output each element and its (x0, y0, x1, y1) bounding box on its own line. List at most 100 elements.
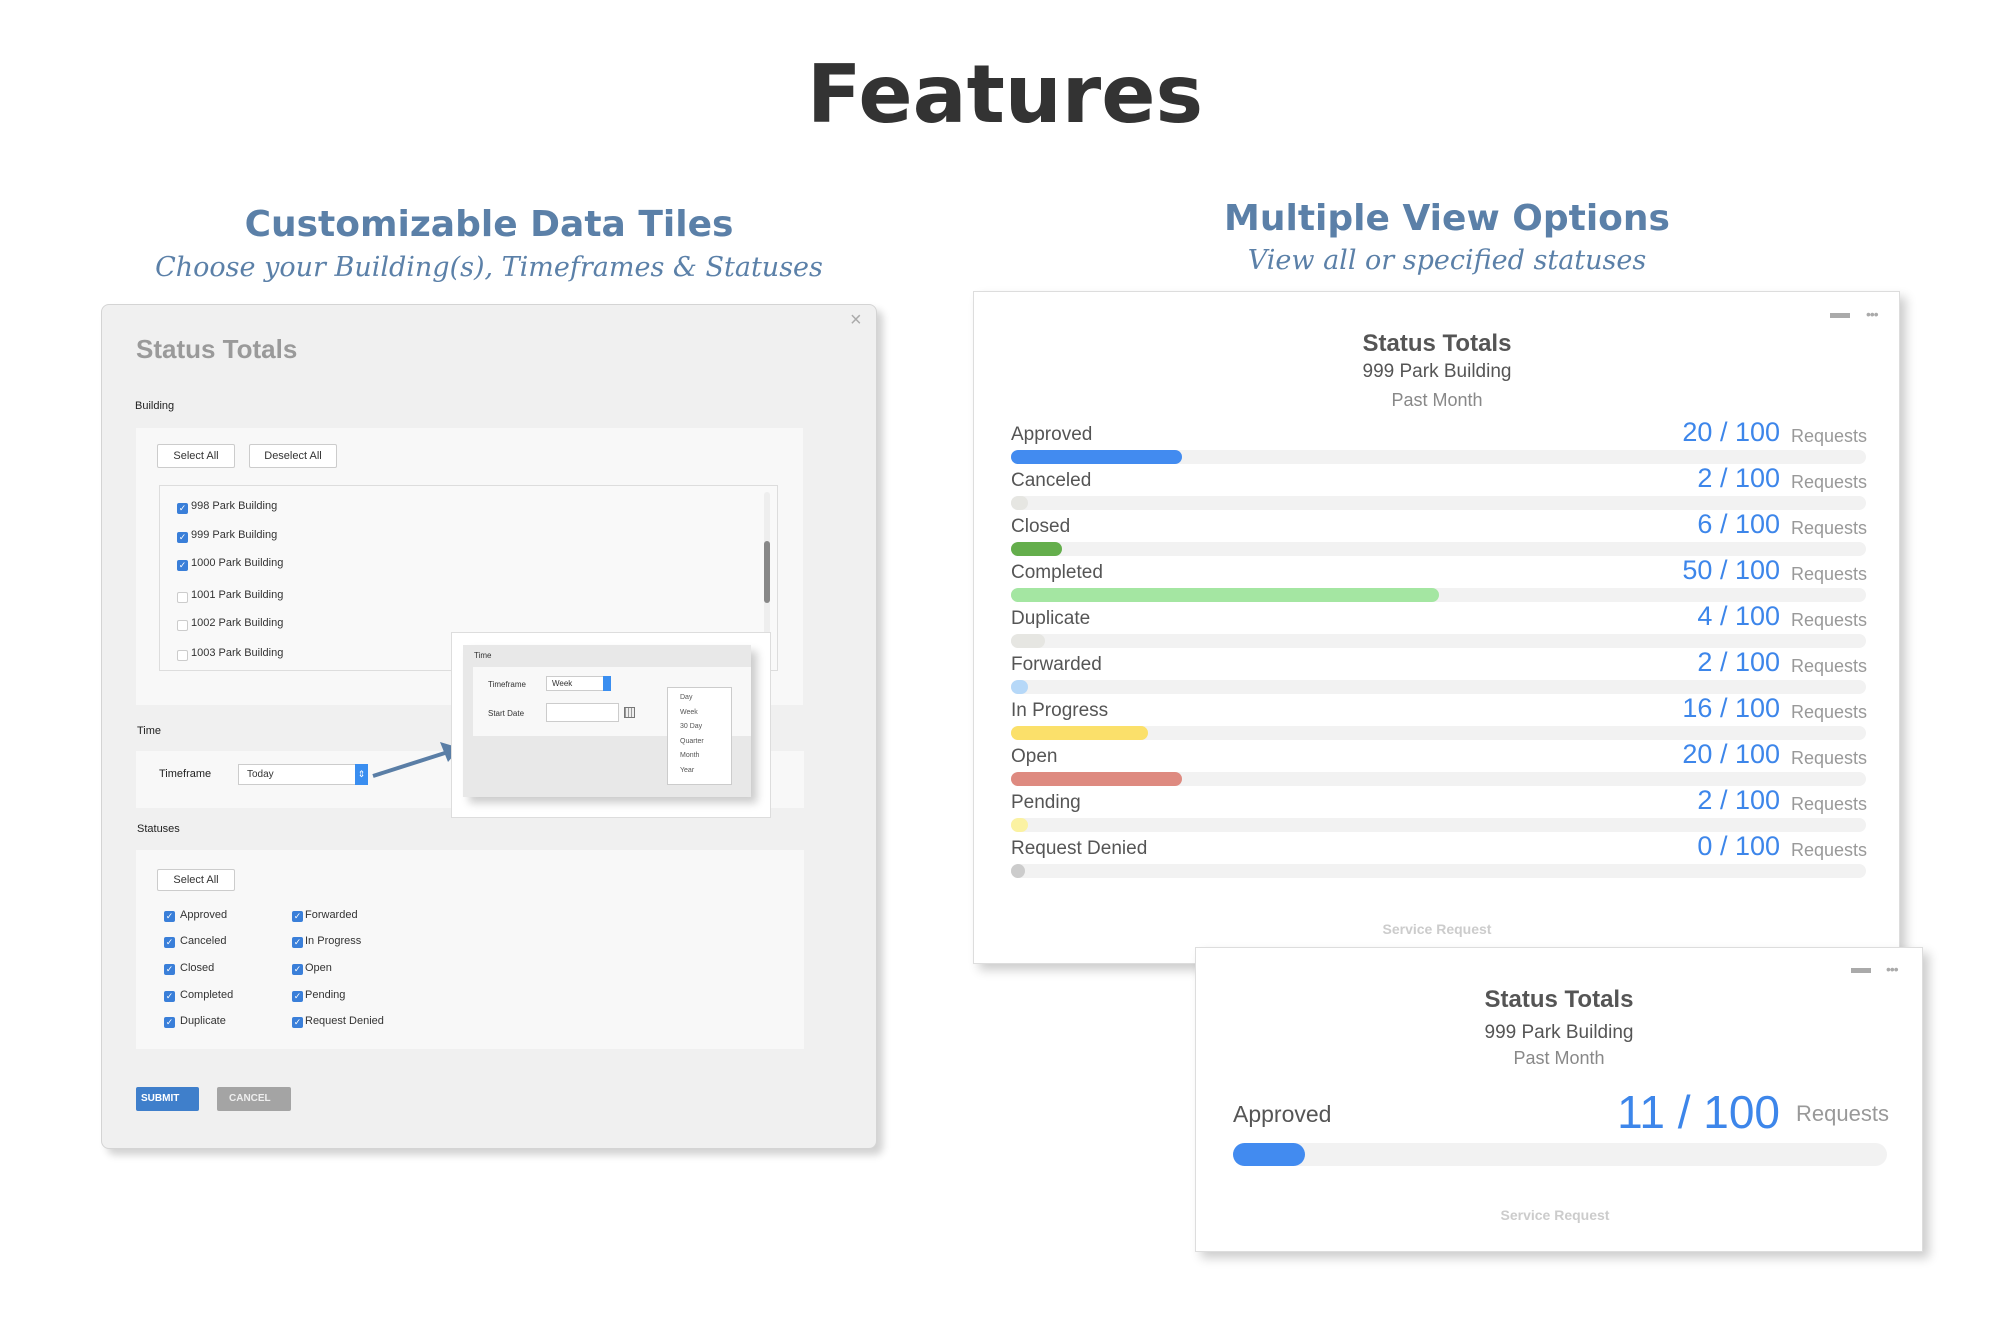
timeframe-option[interactable]: Month (680, 752, 699, 759)
status-checkbox[interactable]: ✓ (292, 991, 303, 1002)
row-unit: Requests (1791, 656, 1868, 676)
left-heading: Customizable Data Tiles (244, 204, 734, 245)
more-dots-icon[interactable]: ••• (1866, 306, 1879, 322)
start-date-input[interactable] (546, 703, 619, 722)
right-heading: Multiple View Options (1224, 198, 1670, 239)
tile-footer: Service Request (1382, 921, 1492, 937)
building-item-label: 1002 Park Building (191, 617, 284, 629)
timeframe-select[interactable]: Today (238, 764, 368, 785)
status-item-label: Request Denied (305, 1015, 384, 1027)
building-checkbox[interactable] (177, 650, 188, 661)
row-unit: Requests (1791, 748, 1868, 768)
timeframe-option[interactable]: Week (680, 709, 698, 716)
progress-track (1011, 772, 1866, 786)
row-unit: Requests (1791, 472, 1868, 492)
progress-fill (1011, 542, 1063, 556)
statuses-select-all-button[interactable]: Select All (157, 869, 235, 891)
progress-track (1011, 818, 1866, 832)
progress-track (1233, 1143, 1887, 1166)
row-label: Approved (1233, 1101, 1332, 1127)
row-value: 20 / 100 (1682, 739, 1780, 769)
row-value: 2 / 100 (1697, 463, 1780, 493)
row-unit: Requests (1791, 564, 1868, 584)
tile-footer: Service Request (1500, 1207, 1610, 1223)
building-checkbox[interactable]: ✓ (177, 560, 188, 571)
tile-period: Past Month (1513, 1048, 1605, 1068)
cancel-button[interactable]: CANCEL (217, 1087, 291, 1111)
status-item-label: Closed (180, 962, 215, 974)
row-value: 16 / 100 (1682, 693, 1780, 723)
progress-fill (1011, 680, 1029, 694)
row-value: 0 / 100 (1697, 831, 1780, 861)
minimize-icon[interactable] (1851, 968, 1871, 973)
popup-timeframe-select[interactable]: Week (546, 676, 611, 691)
building-item-label: 1001 Park Building (191, 589, 284, 601)
calendar-icon[interactable] (624, 707, 635, 718)
status-checkbox[interactable]: ✓ (292, 937, 303, 948)
building-checkbox[interactable] (177, 620, 188, 631)
building-label: Building (135, 400, 175, 412)
timeframe-label: Timeframe (159, 768, 212, 780)
status-checkbox[interactable]: ✓ (164, 1017, 175, 1028)
row-value: 4 / 100 (1697, 601, 1780, 631)
building-checkbox[interactable]: ✓ (177, 503, 188, 514)
minimize-icon[interactable] (1830, 313, 1850, 318)
status-item-label: Forwarded (305, 909, 358, 921)
status-checkbox[interactable]: ✓ (292, 911, 303, 922)
timeframe-option[interactable]: Quarter (680, 738, 704, 745)
row-label: Approved (1011, 424, 1093, 445)
status-checkbox[interactable]: ✓ (164, 911, 175, 922)
row-label: Pending (1011, 792, 1081, 813)
page-title: Features (806, 48, 1204, 141)
progress-fill (1011, 818, 1029, 832)
progress-track (1011, 864, 1866, 878)
select-stepper-icon[interactable]: ⇕ (355, 764, 368, 785)
status-checkbox[interactable]: ✓ (292, 964, 303, 975)
select-stepper-icon[interactable] (603, 676, 611, 691)
dialog-title: Status Totals (136, 334, 298, 364)
building-checkbox[interactable]: ✓ (177, 532, 188, 543)
popup-timeframe-label: Timeframe (488, 680, 526, 689)
row-value: 2 / 100 (1697, 785, 1780, 815)
building-deselect-all-button[interactable]: Deselect All (249, 444, 337, 468)
row-label: Open (1011, 746, 1058, 767)
submit-button[interactable]: SUBMIT (136, 1087, 199, 1111)
more-dots-icon[interactable]: ••• (1886, 961, 1899, 977)
scrollbar-thumb[interactable] (764, 541, 770, 603)
row-unit: Requests (1791, 794, 1868, 814)
status-checkbox[interactable]: ✓ (164, 964, 175, 975)
building-item-label: 1003 Park Building (191, 647, 284, 659)
timeframe-option[interactable]: Year (680, 767, 694, 774)
status-item-label: Pending (305, 989, 346, 1001)
status-item-label: Approved (180, 909, 228, 921)
status-checkbox[interactable]: ✓ (164, 937, 175, 948)
building-item-label: 999 Park Building (191, 529, 278, 541)
row-value: 20 / 100 (1682, 417, 1780, 447)
popup-timeframe-value: Week (552, 679, 573, 688)
progress-fill (1011, 496, 1029, 510)
row-unit: Requests (1791, 610, 1868, 630)
statuses-label: Statuses (137, 823, 180, 835)
progress-track (1011, 450, 1866, 464)
close-icon[interactable]: × (850, 309, 862, 332)
time-label: Time (137, 725, 162, 737)
building-checkbox[interactable] (177, 592, 188, 603)
progress-fill (1011, 726, 1148, 740)
row-value: 6 / 100 (1697, 509, 1780, 539)
row-value: 11 / 100 (1617, 1086, 1780, 1138)
progress-track (1011, 726, 1866, 740)
progress-fill (1233, 1143, 1305, 1166)
start-date-label: Start Date (488, 709, 525, 718)
progress-fill (1011, 864, 1025, 878)
progress-fill (1011, 772, 1182, 786)
building-select-all-button[interactable]: Select All (157, 444, 235, 468)
row-label: Duplicate (1011, 608, 1091, 629)
status-checkbox[interactable]: ✓ (292, 1017, 303, 1028)
timeframe-dropdown (667, 687, 732, 785)
status-item-label: Duplicate (180, 1015, 226, 1027)
timeframe-option[interactable]: Day (680, 694, 692, 701)
statuses-section (136, 850, 804, 1049)
row-label: Completed (1011, 562, 1103, 583)
timeframe-option[interactable]: 30 Day (680, 723, 702, 730)
status-checkbox[interactable]: ✓ (164, 991, 175, 1002)
